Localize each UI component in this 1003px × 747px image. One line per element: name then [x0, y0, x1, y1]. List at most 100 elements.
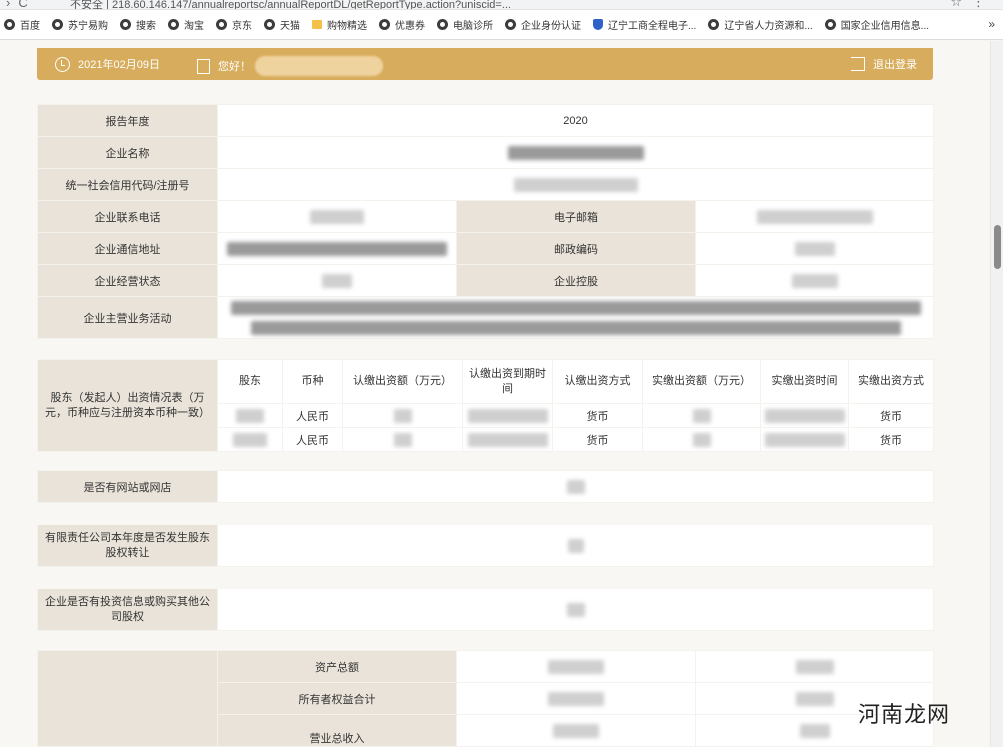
- phone-label: 企业联系电话: [37, 200, 218, 233]
- date-text: 2021年02月09日: [78, 59, 160, 71]
- transfer-value: [217, 524, 934, 567]
- basic-info-table: 报告年度 2020 企业名称 统一社会信用代码/注册号 企业联系电话 电子邮箱 …: [37, 104, 934, 339]
- col-subscribed-due: 认缴出资到期时间: [462, 359, 553, 404]
- credit-code-value: [217, 168, 934, 201]
- folder-icon: [312, 20, 322, 29]
- globe-icon: [4, 19, 15, 30]
- url-text[interactable]: 不安全 | 218.60.146.147/annualreportsc/annu…: [70, 0, 511, 9]
- invest-label: 企业是否有投资信息或购买其他公司股权: [37, 588, 218, 631]
- paid-method: 货币: [848, 427, 934, 452]
- table-row: 企业名称: [37, 136, 934, 169]
- paid-amount: [642, 427, 761, 452]
- header-date: 2021年02月09日: [55, 56, 160, 72]
- logout-button[interactable]: 退出登录: [851, 56, 917, 72]
- globe-icon: [437, 19, 448, 30]
- globe-icon: [120, 19, 131, 30]
- table-row: 统一社会信用代码/注册号: [37, 168, 934, 201]
- status-value: [217, 264, 457, 297]
- browser-address-bar[interactable]: ›C 不安全 | 218.60.146.147/annualreportsc/a…: [0, 0, 1003, 10]
- nav-arrows-icon[interactable]: ›C: [6, 0, 36, 9]
- col-currency: 币种: [282, 359, 343, 404]
- website-value: [217, 470, 934, 503]
- bookmark-coupon[interactable]: 优惠券: [379, 17, 425, 32]
- paid-date: [760, 427, 849, 452]
- report-page: 2021年02月09日 您好！ 退出登录 报告年度 2020 企业名称 统一社会…: [0, 41, 990, 747]
- bookmark-tmall[interactable]: 天猫: [264, 17, 300, 32]
- table-row: 企业联系电话 电子邮箱: [37, 200, 934, 233]
- table-row: 企业经营状态 企业控股: [37, 264, 934, 297]
- shareholder-name: [217, 427, 283, 452]
- clock-icon: [55, 56, 70, 72]
- table-row: 企业通信地址 邮政编码: [37, 232, 934, 265]
- assets-table: 资产总额 所有者权益合计 营业总收入: [37, 650, 934, 747]
- postcode-label: 邮政编码: [456, 232, 696, 265]
- paid-method: 货币: [848, 403, 934, 428]
- bookmark-pc-clinic[interactable]: 电脑诊所: [437, 17, 493, 32]
- credit-code-label: 统一社会信用代码/注册号: [37, 168, 218, 201]
- bookmark-jd[interactable]: 京东: [216, 17, 252, 32]
- paid-date: [760, 403, 849, 428]
- bookmark-shopping[interactable]: 购物精选: [312, 17, 367, 32]
- business-value: [217, 296, 934, 339]
- subscribed-due: [462, 427, 553, 452]
- subscribed-method: 货币: [552, 427, 643, 452]
- total-assets-note: [695, 650, 934, 683]
- col-subscribed-amount: 认缴出资额（万元）: [342, 359, 463, 404]
- bookmark-liaoning-commerce[interactable]: 辽宁工商全程电子...: [593, 17, 696, 32]
- report-year-value: 2020: [217, 104, 934, 137]
- bookmarks-more-icon[interactable]: »: [988, 17, 995, 31]
- table-row: 企业是否有投资信息或购买其他公司股权: [37, 588, 934, 631]
- revenue-value: [456, 714, 696, 747]
- header-bar: 2021年02月09日 您好！ 退出登录: [37, 48, 933, 80]
- logout-icon: [851, 57, 865, 71]
- subscribed-amount: [342, 427, 463, 452]
- shareholder-table: 股东（发起人）出资情况表（万元，币种应与注册资本币种一致） 股东 币种 认缴出资…: [37, 359, 934, 452]
- table-row: 资产总额: [37, 650, 934, 747]
- table-row: 股东（发起人）出资情况表（万元，币种应与注册资本币种一致） 股东 币种 认缴出资…: [37, 359, 934, 452]
- bookmarks-bar: 百度 苏宁易购 搜索 淘宝 京东 天猫 购物精选 优惠券 电脑诊所 企业身份认证…: [0, 10, 1003, 40]
- subscribed-method: 货币: [552, 403, 643, 428]
- phone-value: [217, 200, 457, 233]
- total-assets-label: 资产总额: [217, 650, 457, 683]
- bookmark-taobao[interactable]: 淘宝: [168, 17, 204, 32]
- bookmark-credit[interactable]: 国家企业信用信息...: [824, 17, 929, 32]
- table-row: 是否有网站或网店: [37, 470, 934, 503]
- invest-value: [217, 588, 934, 631]
- bookmark-identity[interactable]: 企业身份认证: [505, 17, 581, 32]
- subscribed-due: [462, 403, 553, 428]
- greeting-text: 您好！: [218, 61, 251, 73]
- table-row: 企业主营业务活动: [37, 296, 934, 339]
- browser-menu-icon[interactable]: ☆⋮: [950, 0, 995, 9]
- bookmark-liaoning-hr[interactable]: 辽宁省人力资源和...: [708, 17, 813, 32]
- postcode-value: [695, 232, 934, 265]
- globe-icon: [168, 19, 179, 30]
- email-label: 电子邮箱: [456, 200, 696, 233]
- subscribed-amount: [342, 403, 463, 428]
- col-paid-method: 实缴出资方式: [848, 359, 934, 404]
- total-assets-value: [456, 650, 696, 683]
- shield-icon: [593, 19, 603, 30]
- table-row: 有限责任公司本年度是否发生股东股权转让: [37, 524, 934, 567]
- logout-label: 退出登录: [873, 59, 917, 71]
- bookmark-baidu[interactable]: 百度: [4, 17, 40, 32]
- address-value: [217, 232, 457, 265]
- globe-icon: [708, 19, 720, 30]
- page-scrollbar[interactable]: [990, 41, 1003, 747]
- table-row: 报告年度 2020: [37, 104, 934, 137]
- currency-cell: 人民币: [282, 427, 343, 452]
- shareholder-section-label: 股东（发起人）出资情况表（万元，币种应与注册资本币种一致）: [37, 359, 218, 452]
- globe-icon: [505, 19, 516, 30]
- bookmark-search[interactable]: 搜索: [120, 17, 156, 32]
- header-greeting: 您好！: [197, 56, 383, 76]
- assets-side-label: [37, 650, 218, 747]
- globe-icon: [52, 19, 63, 30]
- globe-icon: [216, 19, 227, 30]
- globe-icon: [824, 19, 836, 30]
- transfer-label: 有限责任公司本年度是否发生股东股权转让: [37, 524, 218, 567]
- bookmark-suning[interactable]: 苏宁易购: [52, 17, 108, 32]
- scrollbar-thumb[interactable]: [994, 225, 1001, 269]
- spacer: [37, 566, 934, 589]
- questions-table: 是否有网站或网店 有限责任公司本年度是否发生股东股权转让 企业是否有投资信息或购…: [37, 470, 934, 631]
- col-paid-date: 实缴出资时间: [760, 359, 849, 404]
- site-watermark: 河南龙网: [857, 703, 950, 728]
